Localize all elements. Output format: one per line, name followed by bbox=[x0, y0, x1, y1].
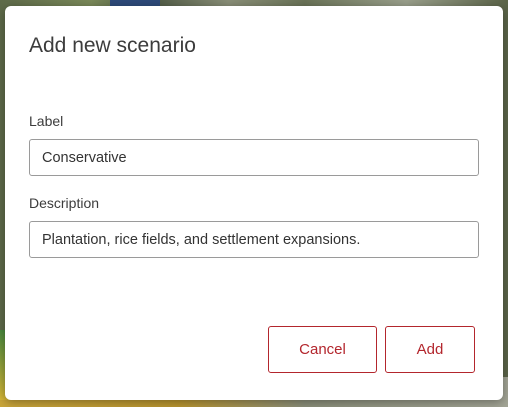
add-scenario-dialog: Add new scenario Label Description Cance… bbox=[5, 6, 503, 400]
cancel-button[interactable]: Cancel bbox=[268, 326, 377, 373]
label-field-label: Label bbox=[29, 113, 64, 129]
description-field-label: Description bbox=[29, 195, 100, 211]
dialog-title: Add new scenario bbox=[29, 34, 196, 57]
add-button[interactable]: Add bbox=[385, 326, 475, 373]
description-input[interactable] bbox=[29, 221, 479, 258]
label-input[interactable] bbox=[29, 139, 479, 176]
